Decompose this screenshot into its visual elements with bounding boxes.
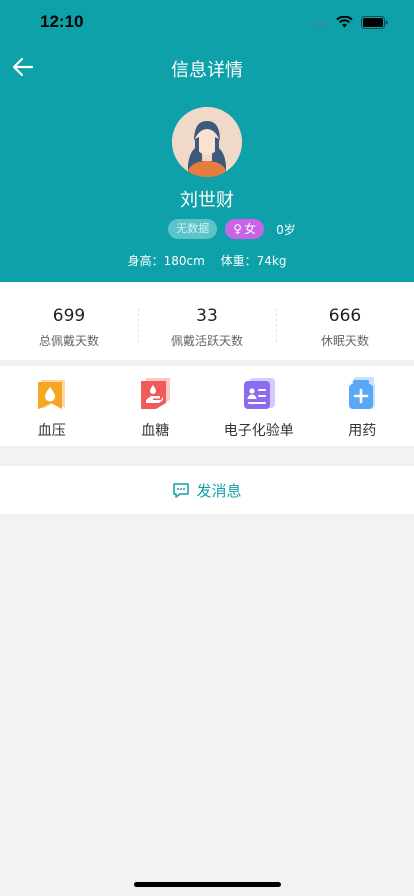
status-time: 12:10 <box>40 12 84 31</box>
wifi-icon <box>336 16 353 28</box>
glucose-hand-icon <box>141 378 171 409</box>
stat-sleep-days: 666 休眠天数 <box>276 282 414 360</box>
stat-value: 699 <box>52 306 86 326</box>
stat-active-wear-days: 33 佩戴活跃天数 <box>138 282 276 360</box>
status-bar: 12:10 <box>0 0 414 44</box>
home-indicator[interactable] <box>134 882 281 887</box>
female-avatar-icon <box>172 107 242 177</box>
stat-label: 佩戴活跃天数 <box>170 334 243 348</box>
height-label: 身高：180cm <box>127 254 205 268</box>
menu-label: 用药 <box>348 423 377 439</box>
menu-item-blood-glucose[interactable]: 血糖 <box>104 366 208 446</box>
weight-label: 体重：74kg <box>220 254 287 268</box>
battery-icon <box>361 15 388 29</box>
lab-report-icon <box>243 378 275 409</box>
menu-label: 血糖 <box>141 423 170 439</box>
medicine-bottle-icon <box>349 377 376 409</box>
send-message-button[interactable]: 发消息 <box>0 466 414 514</box>
body-metrics: 身高：180cm 体重：74kg <box>0 252 414 269</box>
gender-label: 女 <box>244 222 257 236</box>
gender-tag: ♀ 女 <box>225 219 265 239</box>
stat-total-wear-days: 699 总佩戴天数 <box>0 282 138 360</box>
menu-item-medication[interactable]: 用药 <box>311 366 414 446</box>
age-label: 0岁 <box>276 222 296 237</box>
menu-item-lab-report[interactable]: 电子化验单 <box>207 366 311 446</box>
stat-value: 33 <box>196 306 218 326</box>
send-message-label: 发消息 <box>196 481 242 500</box>
send-message-content: 发消息 <box>172 480 242 501</box>
stat-value: 666 <box>328 306 362 326</box>
menu-label: 血压 <box>37 423 66 439</box>
stat-label: 总佩戴天数 <box>38 334 99 348</box>
avatar[interactable] <box>172 107 242 177</box>
page-title: 信息详情 <box>171 60 243 81</box>
no-data-tag: 无数据 <box>168 219 218 239</box>
signal-icon <box>310 23 327 27</box>
status-icons <box>310 14 388 30</box>
chat-icon <box>173 482 190 498</box>
female-symbol-icon: ♀ <box>233 222 243 236</box>
patient-name: 刘世财 <box>180 190 234 211</box>
blood-drop-icon <box>37 380 65 409</box>
profile-header: 12:10 信息详情 刘世财 无数据 ♀ 女 0岁 身高：180cm 体重：74… <box>0 0 414 282</box>
nav-bar: 信息详情 <box>0 44 414 90</box>
stat-label: 休眠天数 <box>320 334 369 348</box>
profile-tags: 无数据 ♀ 女 0岁 <box>0 219 414 239</box>
function-menu: 血压 血糖 电子化验单 用药 <box>0 366 414 446</box>
menu-item-blood-pressure[interactable]: 血压 <box>0 366 104 446</box>
wear-stats: 699 总佩戴天数 33 佩戴活跃天数 666 休眠天数 <box>0 282 414 360</box>
menu-label: 电子化验单 <box>223 423 294 439</box>
